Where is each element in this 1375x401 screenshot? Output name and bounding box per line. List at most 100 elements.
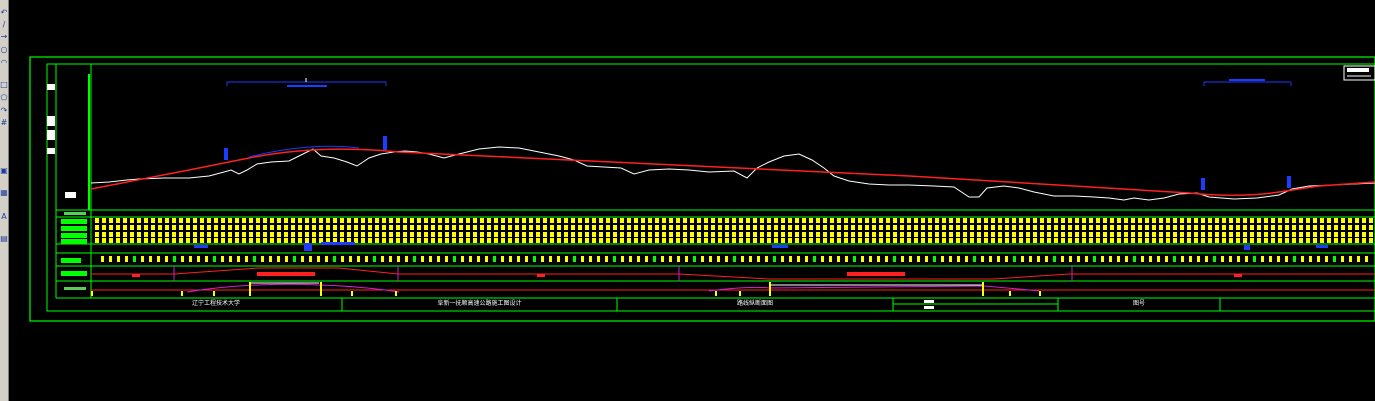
mileage-tick xyxy=(158,218,162,223)
mileage-tick xyxy=(144,225,148,230)
cad-drawing-canvas[interactable]: 辽宁工程技术大学 阜新一抚顺高速公路施工图设计 路线纵断面图 图号 xyxy=(9,0,1375,401)
mileage-tick xyxy=(403,218,407,223)
mileage-tick xyxy=(1327,232,1331,237)
mileage-tick xyxy=(536,225,540,230)
mileage-tick xyxy=(1138,238,1142,243)
mileage-tick xyxy=(1075,232,1079,237)
mileage-tick xyxy=(319,218,323,223)
mileage-tick xyxy=(1033,225,1037,230)
circle-icon[interactable]: ○ xyxy=(0,45,8,54)
mileage-tick xyxy=(885,256,888,262)
mileage-tick xyxy=(853,256,856,262)
mileage-tick xyxy=(1124,218,1128,223)
mileage-tick xyxy=(172,238,176,243)
mileage-tick xyxy=(629,256,632,262)
mileage-tick xyxy=(256,218,260,223)
mileage-tick xyxy=(739,218,743,223)
mileage-tick xyxy=(130,218,134,223)
mileage-tick xyxy=(501,225,505,230)
mileage-tick xyxy=(293,256,296,262)
text-icon[interactable]: A xyxy=(0,212,8,221)
mileage-tick xyxy=(1341,218,1345,223)
mileage-tick xyxy=(981,256,984,262)
mileage-tick xyxy=(1334,218,1338,223)
mileage-tick xyxy=(886,238,890,243)
mileage-tick xyxy=(144,232,148,237)
mileage-tick xyxy=(1103,238,1107,243)
mileage-tick xyxy=(1077,256,1080,262)
mileage-tick xyxy=(508,232,512,237)
mileage-tick xyxy=(466,238,470,243)
polygon-icon[interactable]: ⬠ xyxy=(0,93,8,102)
mileage-tick xyxy=(235,238,239,243)
mileage-tick xyxy=(648,225,652,230)
undo-icon[interactable]: ↶ xyxy=(0,8,8,17)
mileage-tick xyxy=(354,232,358,237)
mileage-tick xyxy=(1194,225,1198,230)
mileage-tick xyxy=(1180,218,1184,223)
mileage-tick xyxy=(1271,218,1275,223)
rectangle-icon[interactable]: □ xyxy=(0,80,8,89)
mileage-tick xyxy=(753,225,757,230)
mileage-tick xyxy=(893,232,897,237)
mileage-tick xyxy=(1089,232,1093,237)
curve-band-marks xyxy=(194,242,1328,251)
mileage-tick xyxy=(757,256,760,262)
mileage-tick xyxy=(886,218,890,223)
mileage-tick xyxy=(235,218,239,223)
arc-icon[interactable]: ◠ xyxy=(0,58,8,67)
mileage-tick xyxy=(823,218,827,223)
mileage-tick xyxy=(989,256,992,262)
mileage-tick xyxy=(718,225,722,230)
mileage-tick xyxy=(309,256,312,262)
mileage-tick xyxy=(1187,232,1191,237)
mileage-tick xyxy=(333,232,337,237)
mileage-tick xyxy=(501,232,505,237)
mileage-tick xyxy=(1075,218,1079,223)
mileage-tick xyxy=(1012,238,1016,243)
mileage-tick xyxy=(256,225,260,230)
mileage-tick xyxy=(541,256,544,262)
mileage-tick xyxy=(585,225,589,230)
mileage-tick xyxy=(229,256,232,262)
mileage-tick xyxy=(326,218,330,223)
layer-icon[interactable]: ▤ xyxy=(0,234,8,243)
mileage-tick xyxy=(851,232,855,237)
table-icon[interactable]: ▦ xyxy=(0,188,8,197)
mileage-tick xyxy=(1236,225,1240,230)
mileage-tick xyxy=(837,225,841,230)
mileage-tick xyxy=(242,238,246,243)
move-icon[interactable]: → xyxy=(0,32,8,41)
mileage-tick xyxy=(1208,218,1212,223)
mileage-tick xyxy=(732,238,736,243)
mileage-tick xyxy=(253,256,256,262)
mileage-tick xyxy=(1257,225,1261,230)
mileage-tick xyxy=(641,218,645,223)
mileage-tick xyxy=(459,232,463,237)
hatch-icon[interactable]: # xyxy=(0,118,8,127)
mileage-tick xyxy=(469,256,472,262)
mileage-tick xyxy=(1341,232,1345,237)
mileage-tick xyxy=(1187,225,1191,230)
mileage-tick xyxy=(1138,232,1142,237)
mileage-tick xyxy=(677,256,680,262)
redo-icon[interactable]: ↷ xyxy=(0,106,8,115)
mileage-tick xyxy=(781,225,785,230)
line-icon[interactable]: / xyxy=(0,20,8,29)
vertical-curve-band xyxy=(91,282,1375,296)
mileage-tick xyxy=(228,218,232,223)
mileage-tick xyxy=(445,256,448,262)
mileage-tick xyxy=(599,218,603,223)
mileage-tick xyxy=(494,225,498,230)
mileage-tick xyxy=(634,225,638,230)
block-icon[interactable]: ▣ xyxy=(0,166,8,175)
mileage-tick xyxy=(158,225,162,230)
mileage-tick xyxy=(746,225,750,230)
mileage-tick xyxy=(900,218,904,223)
mileage-tick xyxy=(921,225,925,230)
mileage-tick xyxy=(1285,225,1289,230)
mileage-tick xyxy=(928,232,932,237)
mileage-tick xyxy=(1313,238,1317,243)
mileage-tick xyxy=(165,218,169,223)
mileage-tick xyxy=(991,232,995,237)
